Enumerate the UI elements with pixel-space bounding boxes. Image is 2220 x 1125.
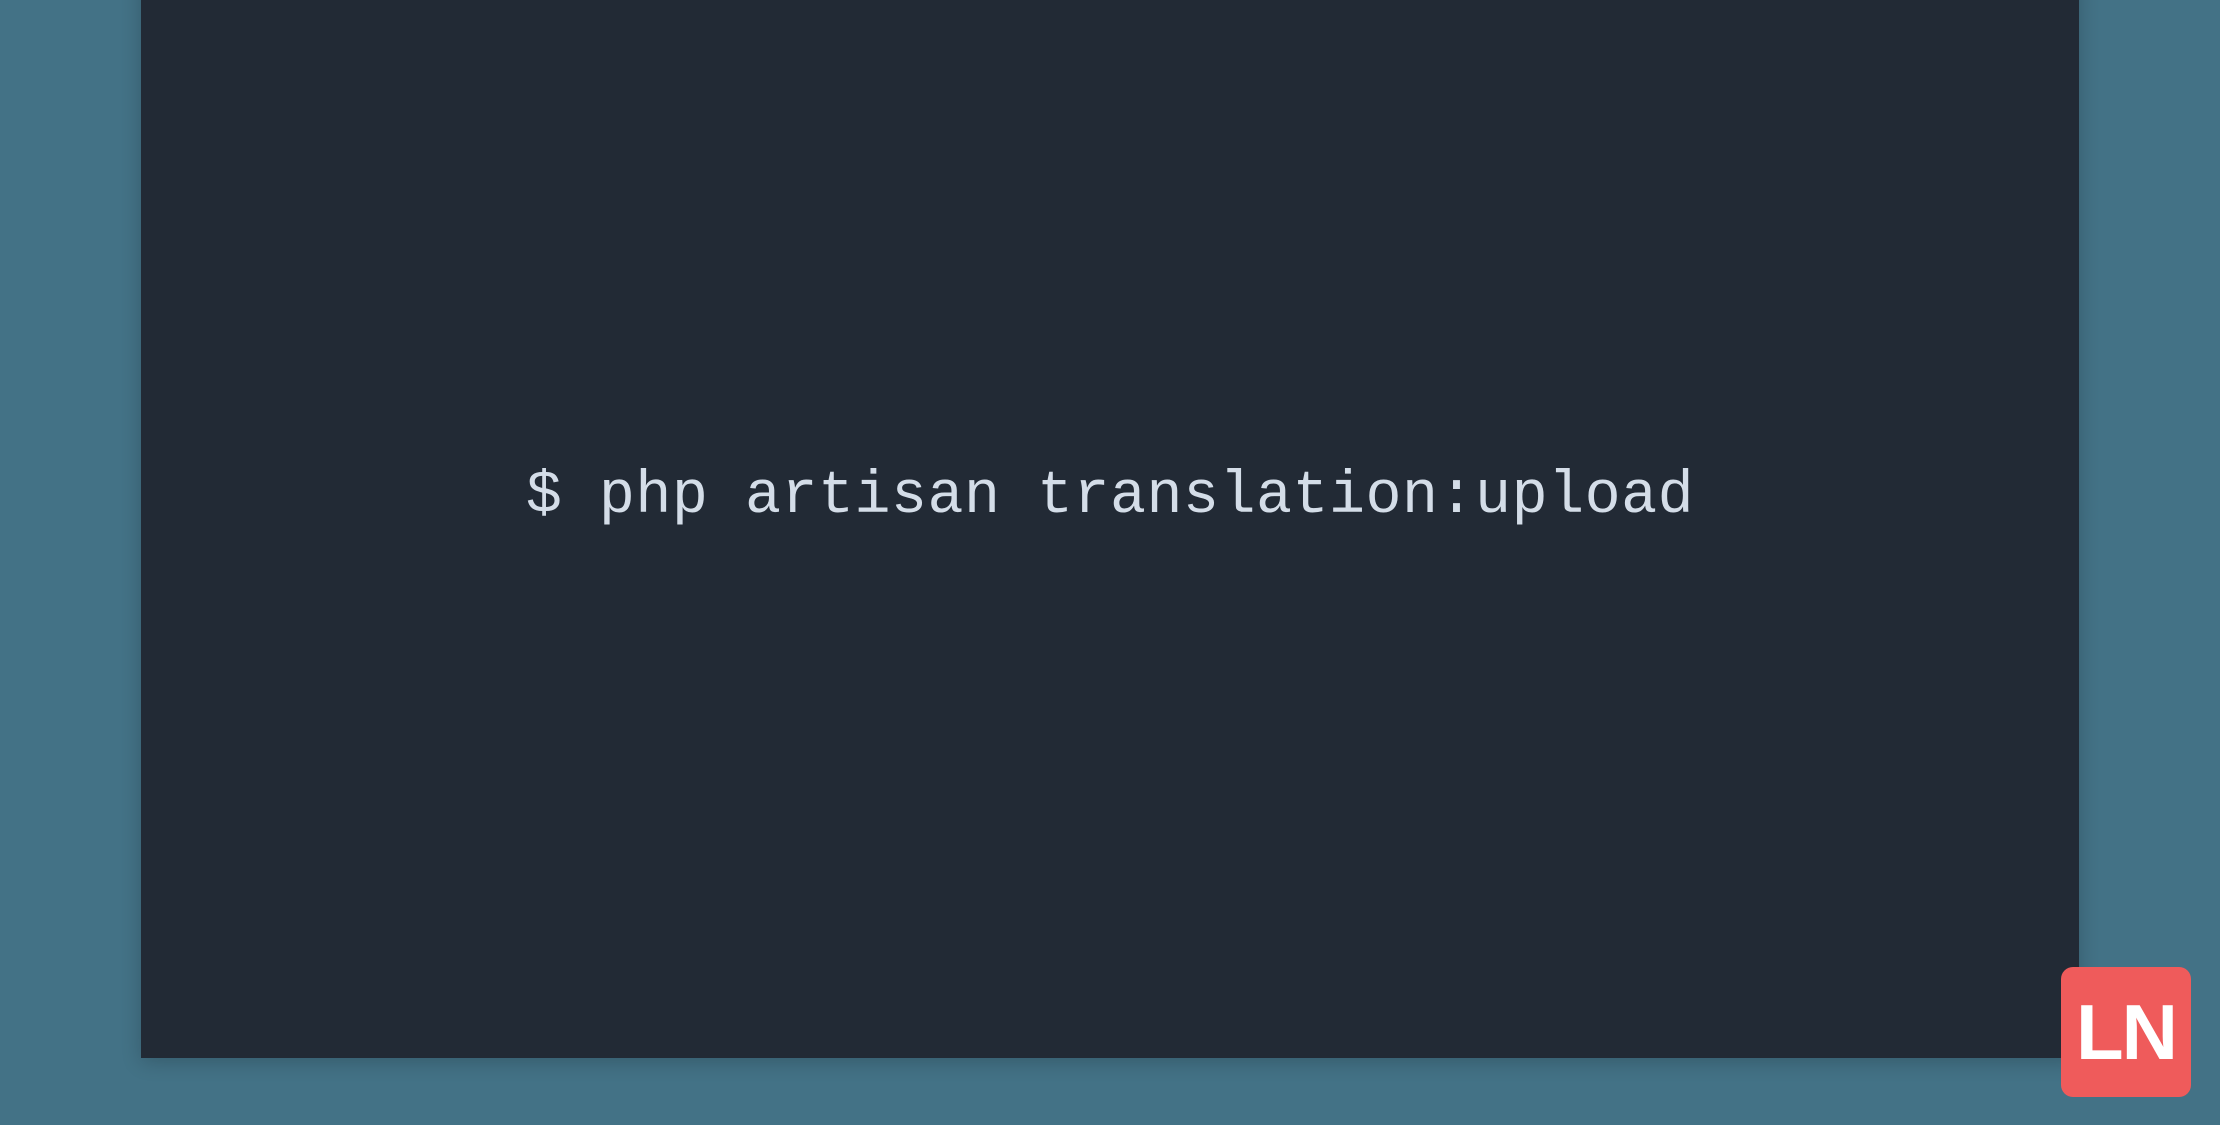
logo-letter-n: N: [2122, 987, 2176, 1078]
logo-text: LN: [2076, 987, 2176, 1078]
logo-badge: LN: [2061, 967, 2191, 1097]
terminal-window: $ php artisan translation:upload: [141, 0, 2079, 1058]
command-text: $ php artisan translation:upload: [526, 463, 1694, 531]
terminal-body[interactable]: $ php artisan translation:upload: [141, 0, 2079, 1058]
logo-letter-l: L: [2076, 987, 2122, 1078]
